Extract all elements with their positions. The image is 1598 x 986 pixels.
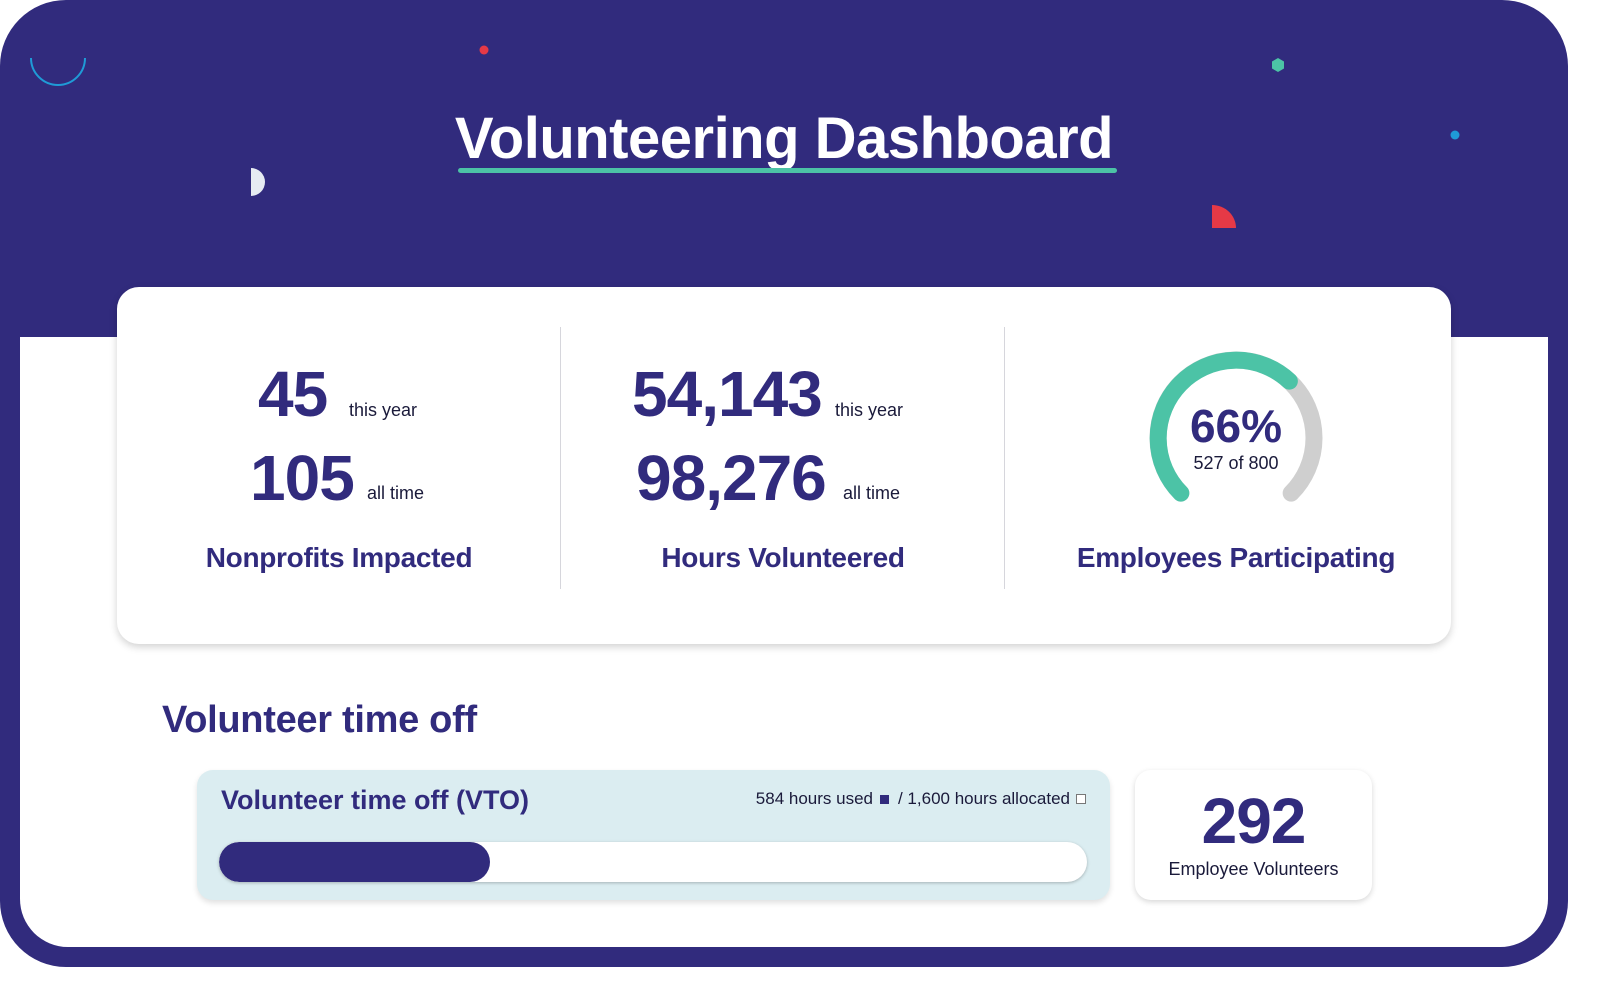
nonprofits-all-time-label: all time (367, 483, 425, 503)
arc-decoration-icon (30, 57, 86, 86)
employee-volunteers-value: 292 (1201, 785, 1307, 857)
nonprofits-this-year-label: this year (349, 400, 418, 420)
employees-participating-label: Employees Participating (1076, 542, 1396, 573)
hours-allocated-text: / 1,600 hours allocated (897, 789, 1070, 808)
participation-percent: 66% (1189, 400, 1283, 452)
dashboard-frame: Volunteering Dashboard 45 this year 105 … (0, 0, 1568, 967)
nonprofits-this-year-value: 45 (258, 358, 328, 430)
nonprofits-all-time-value: 105 (250, 442, 355, 514)
hours-used-text: 584 hours used (755, 789, 873, 808)
used-swatch-icon (879, 794, 889, 804)
hours-all-time-value: 98,276 (636, 442, 827, 514)
vto-card-title: Volunteer time off (VTO) (221, 785, 530, 815)
page-title-text: Volunteering Dashboard (454, 106, 1114, 171)
header: Volunteering Dashboard (0, 104, 1568, 174)
participation-detail: 527 of 800 (1193, 453, 1279, 473)
employee-volunteers-label: Employee Volunteers (1168, 859, 1339, 879)
vto-progress-fill (219, 842, 491, 882)
title-underline (457, 168, 1118, 173)
hexagon-decoration-icon (1272, 58, 1284, 72)
hours-volunteered-label: Hours Volunteered (661, 542, 905, 573)
employee-volunteers-card: 292 Employee Volunteers (1135, 770, 1372, 900)
vto-card: Volunteer time off (VTO) 584 hours used … (197, 770, 1110, 900)
nonprofits-impacted-label: Nonprofits Impacted (205, 542, 473, 573)
allocated-swatch-icon (1076, 794, 1086, 804)
divider (560, 327, 561, 589)
vto-progress-bar (219, 842, 1087, 882)
hours-this-year-value: 54,143 (632, 358, 823, 430)
divider (1004, 327, 1005, 589)
vto-legend: 584 hours used / 1,600 hours allocated (756, 788, 1086, 810)
hours-this-year-label: this year (835, 400, 904, 420)
hours-all-time-label: all time (843, 483, 901, 503)
quarter-circle-decoration-icon (1212, 205, 1236, 228)
section-title: Volunteer time off (162, 699, 477, 741)
dot-decoration-icon (479, 45, 489, 55)
page-title: Volunteering Dashboard (454, 104, 1118, 174)
